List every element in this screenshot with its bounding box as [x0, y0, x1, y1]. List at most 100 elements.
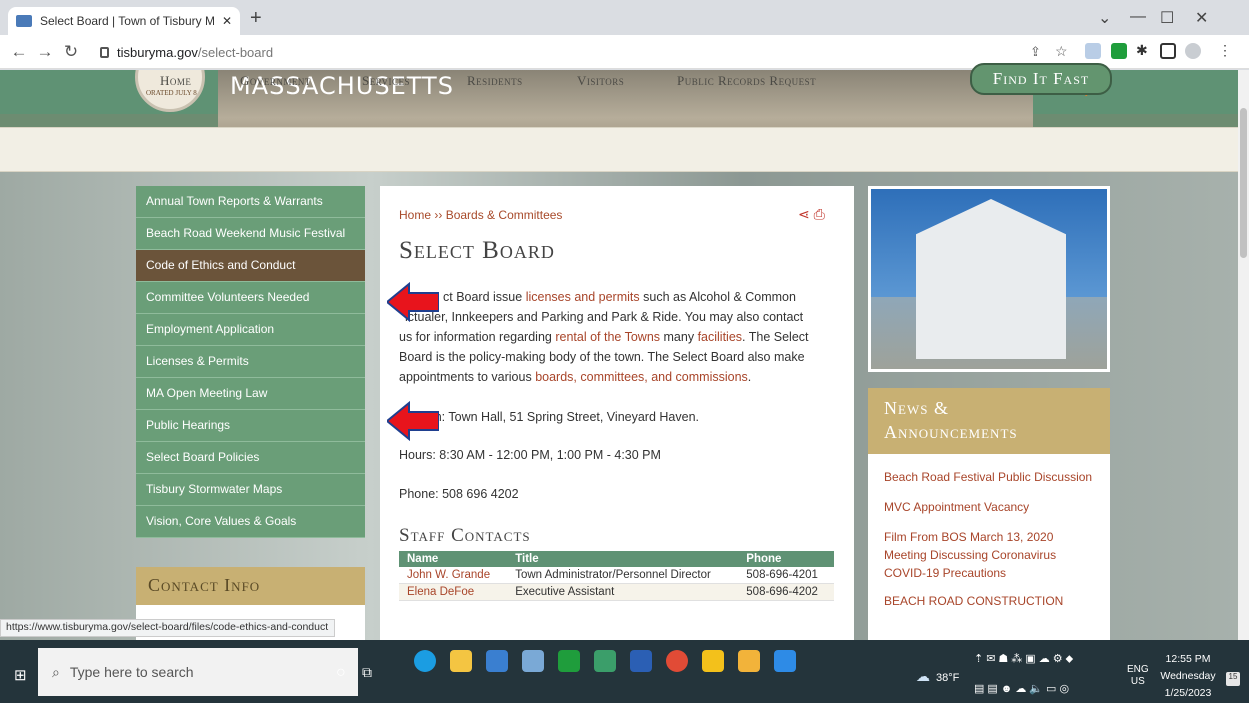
excel-icon[interactable] — [558, 650, 580, 672]
menu-visitors[interactable]: Visitors — [577, 73, 624, 89]
menu-government[interactable]: Government — [240, 73, 311, 89]
excel-extension-icon[interactable] — [1111, 43, 1127, 59]
news-item-link[interactable]: Beach Road Festival Public Discussion — [884, 468, 1094, 486]
address-bar[interactable]: tisburyma.gov/select-board — [100, 41, 1040, 63]
find-it-fast-button[interactable]: Find It Fast — [970, 63, 1112, 95]
staff-name-link[interactable]: Elena DeFoe — [399, 583, 508, 601]
boards-committees-link[interactable]: boards, committees, and commissions — [535, 370, 748, 384]
news-item-link[interactable]: MVC Appointment Vacancy — [884, 498, 1094, 516]
notes-icon[interactable] — [522, 650, 544, 672]
profile-avatar[interactable] — [1185, 43, 1201, 59]
column-title: Title — [507, 551, 739, 567]
menu-services[interactable]: Services — [362, 73, 410, 89]
sidebar-item-code-of-ethics[interactable]: Code of Ethics and Conduct — [136, 250, 365, 282]
intro-text: . — [747, 370, 752, 384]
notification-badge[interactable]: 15 — [1226, 672, 1240, 686]
extensions-puzzle-icon[interactable]: ✱ — [1136, 42, 1148, 59]
edge-icon[interactable] — [414, 650, 436, 672]
staff-phone: 508-696-4201 — [738, 567, 834, 584]
share-print-icons[interactable]: ⋖ ⎙ — [798, 206, 825, 223]
breadcrumb-home-link[interactable]: Home — [399, 208, 431, 222]
store-icon[interactable] — [450, 650, 472, 672]
project-icon[interactable] — [594, 650, 616, 672]
maximize-button[interactable]: ☐ — [1160, 8, 1174, 28]
sidebar-item-open-meeting-law[interactable]: MA Open Meeting Law — [136, 378, 365, 410]
sidebar-item-committee-volunteers[interactable]: Committee Volunteers Needed — [136, 282, 365, 314]
bookmark-star-icon[interactable]: ☆ — [1055, 43, 1068, 60]
tab-title: Select Board | Town of Tisbury M — [40, 14, 214, 28]
breadcrumb-section-link[interactable]: Boards & Committees — [446, 208, 563, 222]
lang-code: ENG — [1127, 664, 1149, 675]
staff-title: Town Administrator/Personnel Director — [507, 567, 739, 584]
side-panel-icon[interactable] — [1160, 43, 1176, 59]
tab-search-icon[interactable]: ⌄ — [1098, 8, 1111, 28]
sidebar-item-stormwater-maps[interactable]: Tisbury Stormwater Maps — [136, 474, 365, 506]
minimize-button[interactable]: — — [1130, 8, 1146, 26]
system-tray-icons-row2[interactable]: ▤▤☻☁🔈▭◎ — [974, 682, 1072, 695]
zoom-icon[interactable] — [774, 650, 796, 672]
main-menu-bar — [0, 127, 1238, 172]
intro-text: us for information regarding — [399, 330, 556, 344]
menu-kebab-icon[interactable]: ⋮ — [1218, 42, 1232, 59]
news-item-link[interactable]: BEACH ROAD CONSTRUCTION — [884, 592, 1094, 610]
task-view-icon[interactable]: ⧉ — [362, 664, 372, 681]
cortana-icon[interactable]: ○ — [336, 664, 346, 682]
sidebar-item-select-board-policies[interactable]: Select Board Policies — [136, 442, 365, 474]
page-title: Select Board — [399, 237, 555, 264]
sidebar-item-employment-application[interactable]: Employment Application — [136, 314, 365, 346]
intro-paragraph-line3: us for information regarding rental of t… — [399, 327, 839, 347]
intro-paragraph-line5: appointments to various boards, committe… — [399, 367, 839, 387]
news-item-link[interactable]: Film From BOS March 13, 2020 Meeting Dis… — [884, 528, 1094, 582]
intro-text: such as Alcohol & Common — [639, 290, 796, 304]
chrome-icon[interactable] — [666, 650, 688, 672]
file-explorer-icon[interactable] — [738, 650, 760, 672]
forward-icon[interactable]: → — [32, 42, 58, 62]
url-host: tisburyma.gov — [117, 44, 198, 60]
menu-residents[interactable]: Residents — [467, 73, 523, 89]
sidebar-item-beach-road-festival[interactable]: Beach Road Weekend Music Festival — [136, 218, 365, 250]
system-tray-icons[interactable]: ⇡✉☗⁂▣☁⚙⬥ — [974, 652, 1076, 666]
windows-start-icon[interactable]: ⊞ — [14, 666, 27, 684]
close-tab-icon[interactable]: ✕ — [222, 14, 232, 28]
menu-home[interactable]: Home — [160, 73, 191, 89]
scrollbar-thumb[interactable] — [1240, 108, 1247, 258]
staff-contacts-heading: Staff Contacts — [399, 525, 531, 546]
intro-paragraph-line4: Board is the policy-making body of the t… — [399, 350, 805, 364]
new-tab-button[interactable]: + — [250, 8, 262, 28]
menu-public-records[interactable]: Public Records Request — [677, 73, 816, 89]
sticky-notes-icon[interactable] — [702, 650, 724, 672]
sidebar-item-licenses-permits[interactable]: Licenses & Permits — [136, 346, 365, 378]
rental-link[interactable]: rental of the Towns — [555, 330, 660, 344]
back-icon[interactable]: ← — [6, 42, 32, 62]
taskbar-clock[interactable]: 12:55 PM Wednesday 1/25/2023 — [1158, 651, 1218, 702]
region-code: US — [1130, 676, 1145, 687]
close-window-button[interactable]: ✕ — [1195, 8, 1208, 28]
outlook-icon[interactable] — [486, 650, 508, 672]
staff-table-header: Name Title Phone — [399, 551, 834, 567]
town-hall-photo — [868, 186, 1110, 372]
seal-text: ORATED JULY 8 — [146, 89, 197, 97]
facilities-link[interactable]: facilities — [698, 330, 742, 344]
news-heading-line1: News & — [884, 398, 949, 418]
word-icon[interactable] — [630, 650, 652, 672]
news-heading: News & Announcements — [868, 388, 1110, 454]
language-indicator[interactable]: ENG US — [1127, 664, 1149, 688]
share-page-icon[interactable]: ⇪ — [1030, 44, 1041, 60]
intro-text: ct Board issue — [443, 290, 526, 304]
reload-icon[interactable]: ↻ — [58, 42, 84, 62]
clock-date: 1/25/2023 — [1164, 687, 1212, 699]
extension-icon[interactable] — [1085, 43, 1101, 59]
browser-tab[interactable]: Select Board | Town of Tisbury M ✕ — [8, 7, 240, 35]
sidebar-item-vision-core-values[interactable]: Vision, Core Values & Goals — [136, 506, 365, 538]
weather-temp[interactable]: 38°F — [936, 672, 959, 684]
sidebar-item-public-hearings[interactable]: Public Hearings — [136, 410, 365, 442]
sidebar-item-annual-town-reports[interactable]: Annual Town Reports & Warrants — [136, 186, 365, 218]
licenses-permits-link[interactable]: licenses and permits — [526, 290, 640, 304]
taskbar-search-box[interactable]: ⌕ Type here to search — [38, 648, 358, 696]
weather-cloud-icon: ☁ — [916, 668, 930, 684]
breadcrumb: Home ›› Boards & Committees — [399, 208, 562, 222]
intro-paragraph-line1: ct Board issue licenses and permits such… — [399, 287, 839, 307]
location-text: ion: Town Hall, 51 Spring Street, Vineya… — [425, 410, 699, 424]
search-placeholder: Type here to search — [69, 664, 194, 680]
staff-name-link[interactable]: John W. Grande — [399, 567, 508, 584]
